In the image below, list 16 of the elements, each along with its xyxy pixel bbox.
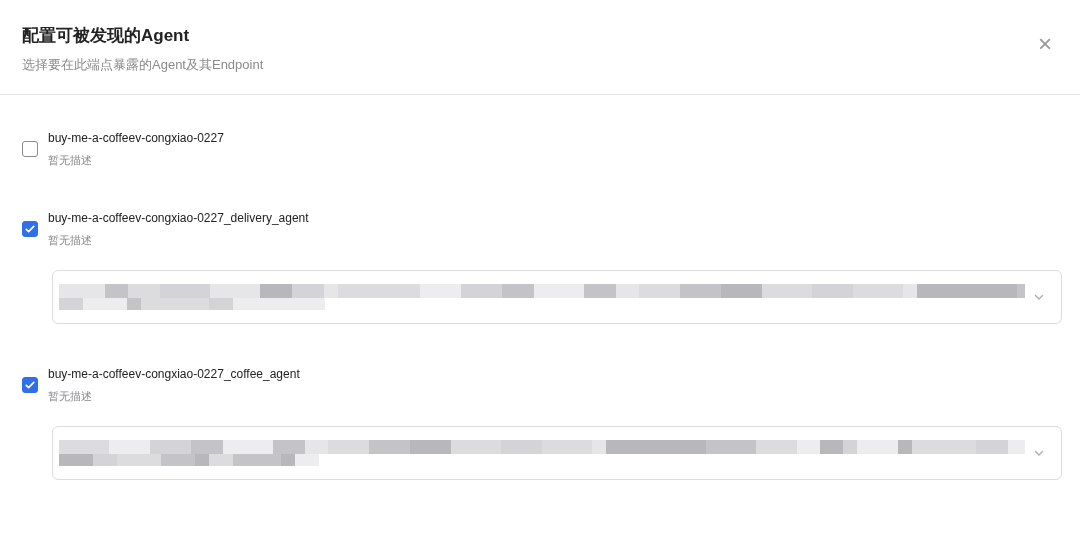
checkbox[interactable]	[22, 141, 38, 157]
chevron-down-icon	[1033, 449, 1045, 457]
agent-name: buy-me-a-coffeev-congxiao-0227_delivery_agent	[48, 211, 309, 225]
checkbox[interactable]	[22, 221, 38, 237]
agent-description: 暂无描述	[48, 153, 93, 168]
checkbox[interactable]	[22, 377, 38, 393]
agent-name: buy-me-a-coffeev-congxiao-0227	[48, 131, 224, 145]
check-icon	[24, 223, 36, 235]
check-icon	[24, 379, 36, 391]
agent-description: 暂无描述	[48, 389, 93, 404]
dialog-title: 配置可被发现的Agent	[22, 25, 191, 47]
close-button[interactable]: ×	[1038, 32, 1052, 56]
chevron-down-icon	[1033, 293, 1045, 301]
dialog-subtitle: 选择要在此端点暴露的Agent及其Endpoint	[22, 56, 264, 74]
agent-name: buy-me-a-coffeev-congxiao-0227_coffee_agent	[48, 367, 300, 381]
agent-description: 暂无描述	[48, 233, 93, 248]
